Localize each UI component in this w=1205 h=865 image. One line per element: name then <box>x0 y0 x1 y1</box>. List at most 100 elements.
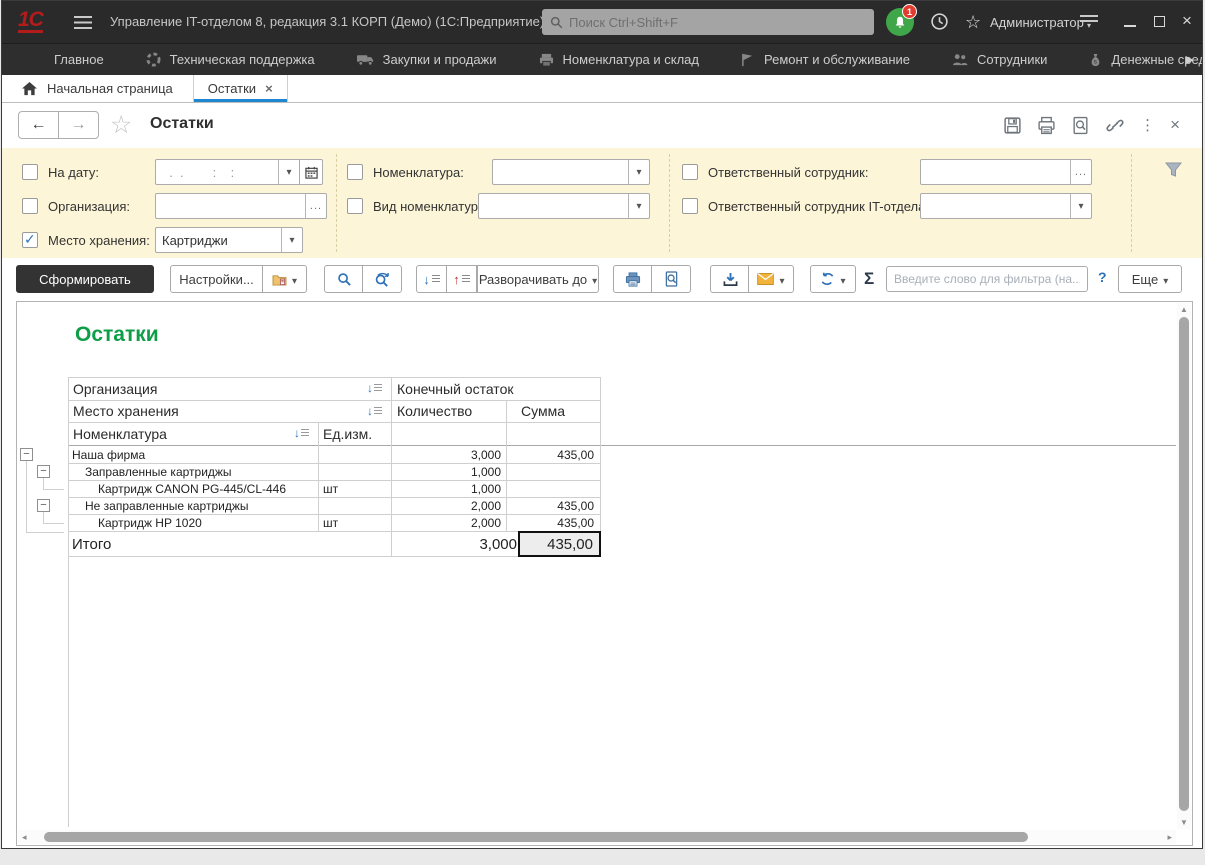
tree-collapse-box[interactable]: − <box>20 448 33 461</box>
scroll-right-icon[interactable]: ▸ <box>1167 832 1172 843</box>
refresh-button[interactable] <box>810 265 856 293</box>
storage-input[interactable] <box>156 228 281 252</box>
more-actions-icon[interactable]: ⋮ <box>1140 116 1155 134</box>
minimize-button[interactable] <box>1124 25 1136 27</box>
nomen-type-field[interactable] <box>478 193 650 219</box>
menu-item-employees[interactable]: Сотрудники <box>952 52 1047 67</box>
header-final-balance[interactable]: Конечный остаток <box>397 377 513 400</box>
row-unit[interactable]: шт <box>323 480 383 497</box>
row-qty[interactable]: 1,000 <box>391 480 501 497</box>
nomenclature-field[interactable] <box>492 159 650 185</box>
find-button[interactable] <box>324 265 364 293</box>
total-sum-selected-cell[interactable]: 435,00 <box>518 531 601 557</box>
row-group-name[interactable]: Не заправленные картриджы <box>85 497 315 514</box>
scroll-left-icon[interactable]: ◂ <box>22 832 27 843</box>
header-unit[interactable]: Ед.изм. <box>323 422 372 445</box>
on-date-dropdown-icon[interactable] <box>278 160 299 184</box>
row-unit[interactable]: шт <box>323 514 383 531</box>
generate-button[interactable]: Сформировать <box>16 265 154 293</box>
row-sum[interactable]: 435,00 <box>506 497 594 514</box>
it-employee-field[interactable] <box>920 193 1092 219</box>
tab-close-icon[interactable]: × <box>265 81 273 96</box>
cancel-search-button[interactable] <box>362 265 402 293</box>
storage-dropdown-icon[interactable] <box>281 228 302 252</box>
row-group-name[interactable]: Наша фирма <box>72 446 312 463</box>
global-search-box[interactable]: Поиск Ctrl+Shift+F <box>542 9 874 35</box>
header-sum[interactable]: Сумма <box>521 400 565 422</box>
total-label[interactable]: Итого <box>72 532 272 556</box>
header-nomenclature[interactable]: Номенклатура <box>73 422 167 445</box>
row-qty[interactable]: 2,000 <box>391 514 501 531</box>
storage-field[interactable] <box>155 227 303 253</box>
header-organization[interactable]: Организация <box>73 377 157 400</box>
back-button[interactable]: ← <box>18 111 59 139</box>
it-employee-dropdown-icon[interactable] <box>1070 194 1091 218</box>
header-storage[interactable]: Место хранения <box>73 400 179 422</box>
row-qty[interactable]: 1,000 <box>391 463 501 480</box>
menu-item-stock[interactable]: Номенклатура и склад <box>539 52 699 67</box>
nomenclature-dropdown-icon[interactable] <box>628 160 649 184</box>
on-date-checkbox[interactable] <box>22 164 38 180</box>
organization-checkbox[interactable] <box>22 198 38 214</box>
collapse-groups-button[interactable]: ↑ <box>446 265 477 293</box>
nomen-type-checkbox[interactable] <box>347 198 363 214</box>
get-link-icon[interactable] <box>1105 116 1125 135</box>
menu-item-purchases[interactable]: Закупки и продажи <box>357 52 497 67</box>
scroll-down-icon[interactable]: ▼ <box>1177 818 1191 827</box>
save-icon[interactable] <box>1003 116 1022 135</box>
report-variants-button[interactable] <box>262 265 307 293</box>
menu-item-main[interactable]: Главное <box>54 52 104 67</box>
nomenclature-input[interactable] <box>493 160 628 184</box>
expand-groups-button[interactable]: ↓ <box>416 265 447 293</box>
it-employee-input[interactable] <box>921 194 1070 218</box>
row-group-name[interactable]: Заправленные картриджы <box>85 463 315 480</box>
tab-ostatki[interactable]: Остатки × <box>193 75 288 102</box>
print-preview-button[interactable] <box>651 265 691 293</box>
favorites-star-icon[interactable]: ☆ <box>965 12 981 33</box>
notifications-button[interactable]: 1 <box>886 8 914 36</box>
save-result-button[interactable] <box>710 265 750 293</box>
forward-button[interactable]: → <box>58 111 99 139</box>
organization-field[interactable] <box>155 193 327 219</box>
print-button[interactable] <box>613 265 653 293</box>
history-icon[interactable] <box>930 12 949 31</box>
scroll-up-icon[interactable]: ▲ <box>1177 305 1191 314</box>
on-date-field[interactable]: . . : : <box>155 159 323 185</box>
sort-icon[interactable]: ↓ <box>367 382 382 394</box>
horizontal-scrollbar[interactable]: ◂ ▸ <box>18 830 1176 844</box>
menu-item-support[interactable]: Техническая поддержка <box>146 52 315 67</box>
organization-input[interactable] <box>156 194 305 218</box>
organization-ellipsis-icon[interactable] <box>305 194 326 218</box>
filter-word-input[interactable] <box>886 266 1088 292</box>
row-qty[interactable]: 3,000 <box>391 446 501 463</box>
window-close-button[interactable]: × <box>1182 11 1192 31</box>
form-close-icon[interactable]: × <box>1170 115 1180 135</box>
totals-sigma-icon[interactable]: Σ <box>864 269 874 289</box>
header-quantity[interactable]: Количество <box>397 400 472 422</box>
menu-item-repair[interactable]: Ремонт и обслуживание <box>741 52 910 67</box>
nomenclature-checkbox[interactable] <box>347 164 363 180</box>
help-button[interactable]: ? <box>1098 269 1107 285</box>
row-sum[interactable]: 435,00 <box>506 514 594 531</box>
row-sum[interactable]: 435,00 <box>506 446 594 463</box>
nomen-type-input[interactable] <box>479 194 628 218</box>
employee-input[interactable] <box>921 160 1070 184</box>
calendar-icon[interactable] <box>299 160 322 184</box>
nomen-type-dropdown-icon[interactable] <box>628 194 649 218</box>
employee-field[interactable] <box>920 159 1092 185</box>
row-item-name[interactable]: Картридж HP 1020 <box>98 514 316 531</box>
expand-to-button[interactable]: Разворачивать до <box>477 265 599 293</box>
vertical-scroll-thumb[interactable] <box>1179 317 1189 811</box>
sort-icon[interactable]: ↓ <box>294 427 309 439</box>
total-qty[interactable]: 3,000 <box>391 532 517 556</box>
tree-collapse-box[interactable]: − <box>37 465 50 478</box>
filter-funnel-icon[interactable] <box>1165 162 1182 178</box>
send-email-button[interactable] <box>748 265 794 293</box>
print-icon[interactable] <box>1037 116 1056 135</box>
settings-button[interactable]: Настройки... <box>170 265 263 293</box>
storage-checkbox[interactable] <box>22 232 38 248</box>
employee-ellipsis-icon[interactable] <box>1070 160 1091 184</box>
vertical-scrollbar[interactable]: ▲ ▼ <box>1177 303 1191 829</box>
menu-scroll-right-icon[interactable]: ▶ <box>1186 53 1194 66</box>
tree-collapse-box[interactable]: − <box>37 499 50 512</box>
